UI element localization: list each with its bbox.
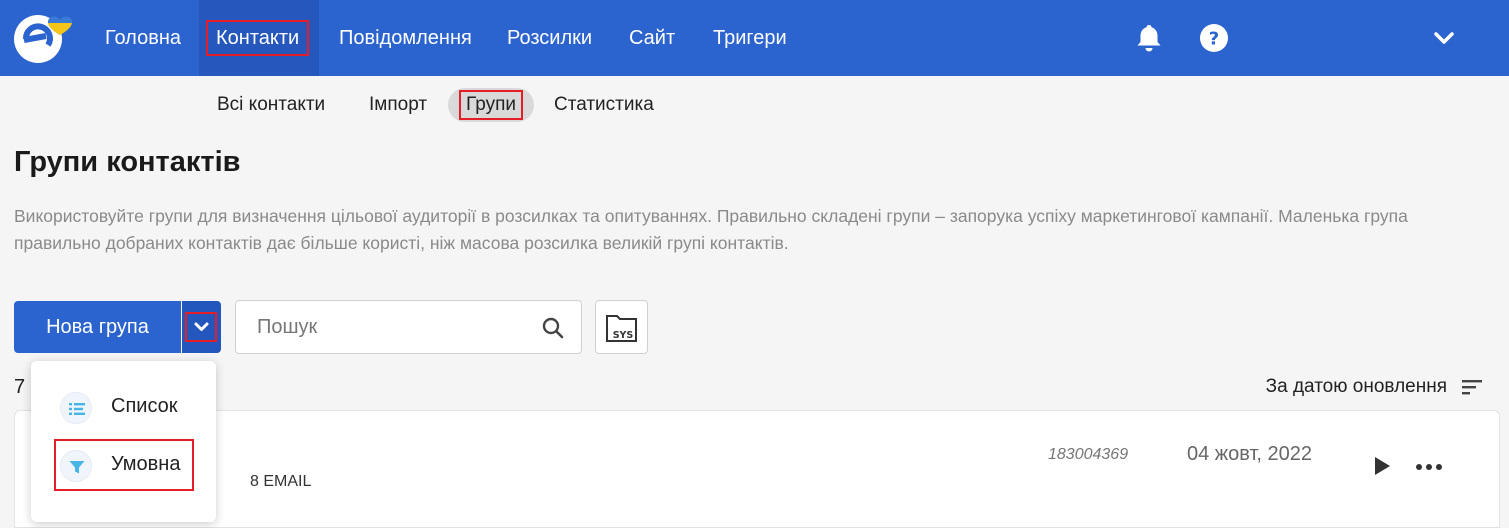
search-icon[interactable] (541, 316, 565, 340)
new-group-dropdown-menu: Список Умовна (31, 361, 216, 522)
nav-item-triggers[interactable]: Тригери (705, 0, 795, 76)
tab-groups[interactable]: Групи (448, 88, 534, 122)
svg-text:?: ? (1209, 29, 1219, 50)
list-icon (60, 392, 92, 424)
group-date: 04 жовт, 2022 (1187, 443, 1313, 465)
nav-item-contacts[interactable]: Контакти (199, 0, 319, 76)
group-count: 7 (14, 376, 26, 398)
group-row[interactable] (14, 410, 1500, 528)
more-options-icon[interactable] (1415, 463, 1443, 471)
nav-item-home[interactable]: Головна (97, 0, 189, 76)
system-groups-button[interactable]: SYS (595, 300, 648, 354)
nav-item-messages[interactable]: Повідомлення (331, 0, 480, 76)
chevron-down-icon (194, 322, 209, 331)
new-group-button[interactable]: Нова група (14, 301, 181, 353)
search-box (235, 300, 582, 354)
folder-sys-icon: SYS (606, 315, 637, 342)
nav-item-campaigns[interactable]: Розсилки (499, 0, 600, 76)
menu-item-conditional-label: Умовна (111, 453, 181, 475)
help-icon[interactable]: ? (1198, 22, 1230, 54)
new-group-dropdown-toggle[interactable] (182, 301, 221, 353)
sys-label: SYS (613, 330, 634, 341)
play-icon[interactable] (1373, 456, 1391, 476)
bell-icon[interactable] (1133, 22, 1165, 54)
chevron-down-icon[interactable] (1429, 22, 1459, 54)
funnel-icon (60, 450, 92, 482)
sort-label[interactable]: За датою оновлення (1266, 376, 1447, 398)
tab-import[interactable]: Імпорт (369, 88, 427, 122)
menu-item-list-label: Список (111, 395, 178, 417)
logo[interactable] (12, 12, 84, 64)
search-input[interactable] (237, 302, 527, 352)
top-navigation-bar: Головна Контакти Повідомлення Розсилки С… (0, 0, 1509, 76)
menu-item-list[interactable]: Список (31, 381, 216, 433)
page-description: Використовуйте групи для визначення ціль… (14, 206, 1408, 253)
group-meta: 8 EMAIL (250, 473, 312, 490)
group-id: 183004369 (1048, 446, 1129, 463)
nav-item-site[interactable]: Сайт (621, 0, 683, 76)
sort-icon[interactable] (1461, 378, 1483, 396)
tab-statistics[interactable]: Статистика (554, 88, 654, 122)
page-title: Групи контактів (14, 146, 241, 178)
menu-item-conditional[interactable]: Умовна (31, 439, 216, 491)
tab-all-contacts[interactable]: Всі контакти (217, 88, 325, 122)
